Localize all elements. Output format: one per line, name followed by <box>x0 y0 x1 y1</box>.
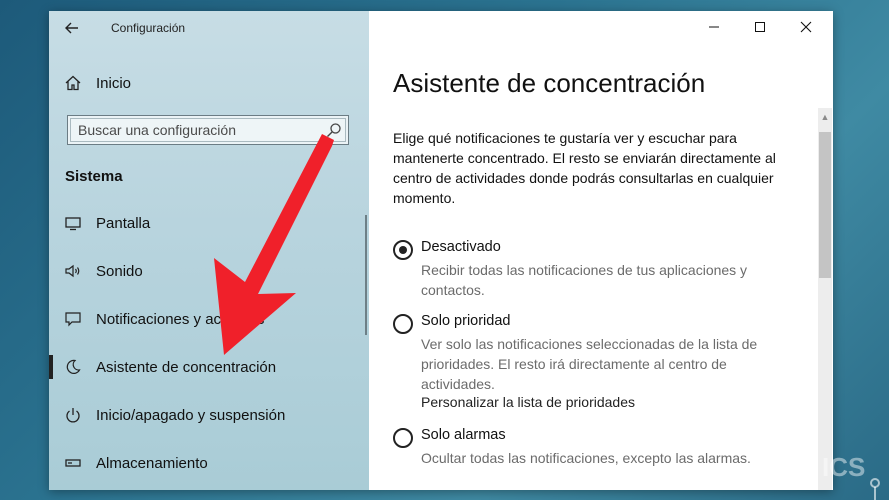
sidebar-item-label: Inicio <box>96 74 132 92</box>
radio-button-checked[interactable] <box>393 240 413 260</box>
sidebar-item-asistente[interactable]: Asistente de concentración <box>49 347 369 387</box>
option-label: Solo prioridad <box>421 313 511 329</box>
scroll-up-icon[interactable]: ▲ <box>818 108 832 126</box>
sidebar-item-pantalla[interactable]: Pantalla <box>49 203 369 243</box>
radio-button[interactable] <box>393 314 413 334</box>
title-bar: Configuración <box>49 11 369 45</box>
option-description: Ocultar todas las notificaciones, except… <box>421 450 751 466</box>
close-button[interactable] <box>783 11 829 43</box>
section-heading: Sistema <box>65 168 123 185</box>
minimize-icon <box>709 26 719 28</box>
settings-window: Configuración Inicio Sistema Pantalla <box>49 11 833 490</box>
sidebar-item-sonido[interactable]: Sonido <box>49 251 369 291</box>
maximize-icon <box>755 22 765 32</box>
sidebar-item-label: Sonido <box>96 262 143 280</box>
scroll-thumb[interactable] <box>819 132 831 278</box>
notification-icon <box>63 309 83 329</box>
sidebar-item-label: Inicio/apagado y suspensión <box>96 406 286 424</box>
moon-icon <box>63 357 83 377</box>
customize-priority-link[interactable]: Personalizar la lista de prioridades <box>421 394 635 410</box>
watermark-pin-icon <box>870 478 880 500</box>
page-description: Elige qué notificaciones te gustaría ver… <box>393 130 776 206</box>
back-arrow-icon[interactable] <box>61 17 83 39</box>
content-pane: Asistente de concentración Elige qué not… <box>369 11 833 490</box>
sidebar-scrollbar[interactable] <box>365 215 367 335</box>
radio-button[interactable] <box>393 428 413 448</box>
speaker-icon <box>63 261 83 281</box>
sidebar-item-label: Notificaciones y acciones <box>96 310 265 328</box>
option-description: Ver solo las notificaciones seleccionada… <box>421 336 758 392</box>
option-label: Solo alarmas <box>421 427 506 443</box>
option-description: Recibir todas las notificaciones de tus … <box>421 262 748 298</box>
sidebar-item-label: Asistente de concentración <box>96 358 277 376</box>
power-icon <box>63 405 83 425</box>
storage-icon <box>63 453 83 473</box>
content-scrollbar[interactable]: ▲ <box>818 108 832 490</box>
window-title: Configuración <box>111 21 186 35</box>
search-box[interactable] <box>67 115 349 145</box>
sidebar-item-home[interactable]: Inicio <box>49 63 369 103</box>
sidebar-item-label: Almacenamiento <box>96 454 208 472</box>
sidebar-item-notificaciones[interactable]: Notificaciones y acciones <box>49 299 369 339</box>
monitor-icon <box>63 213 83 233</box>
minimize-button[interactable] <box>691 11 737 43</box>
close-icon <box>800 21 812 33</box>
search-icon[interactable] <box>326 122 342 138</box>
page-title: Asistente de concentración <box>393 68 706 98</box>
watermark-text: ICS <box>822 452 866 482</box>
sidebar: Configuración Inicio Sistema Pantalla <box>49 11 369 490</box>
sidebar-item-almacenamiento[interactable]: Almacenamiento <box>49 443 369 483</box>
maximize-button[interactable] <box>737 11 783 43</box>
home-icon <box>63 73 83 93</box>
search-input[interactable] <box>76 119 320 141</box>
sidebar-item-label: Pantalla <box>96 214 151 232</box>
sidebar-item-inicio-apagado[interactable]: Inicio/apagado y suspensión <box>49 395 369 435</box>
option-label: Desactivado <box>421 239 501 255</box>
